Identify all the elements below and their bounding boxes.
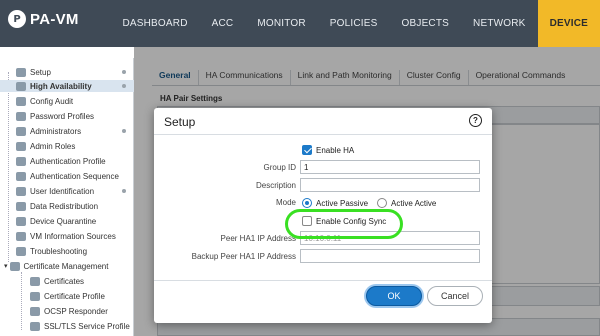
sidebar-item-label: Troubleshooting (30, 246, 88, 256)
help-icon[interactable]: ? (469, 114, 482, 127)
cert-profile-icon (30, 291, 40, 301)
backup-peer-ha1-input[interactable] (300, 249, 480, 263)
group-id-input[interactable]: 1 (300, 160, 480, 174)
dialog-footer (154, 280, 492, 281)
nav-tab-objects[interactable]: OBJECTS (390, 0, 462, 47)
sidebar-item-label: Authentication Sequence (30, 171, 119, 181)
sidebar-item-certificate-profile[interactable]: Certificate Profile (0, 290, 134, 302)
logo-letter: P (13, 13, 21, 25)
status-dot (122, 84, 126, 88)
nav-tab-network[interactable]: NETWORK (461, 0, 538, 47)
auth-seq-icon (16, 171, 26, 181)
sidebar-item-label: Certificate Management (23, 261, 109, 271)
description-input[interactable] (300, 178, 480, 192)
user-id-icon (16, 186, 26, 196)
cancel-button[interactable]: Cancel (427, 286, 483, 306)
nav-tab-device[interactable]: DEVICE (537, 0, 600, 47)
sidebar-item-label: Admin Roles (30, 141, 76, 151)
nav-tab-policies[interactable]: POLICIES (318, 0, 390, 47)
sidebar-item-admin-roles[interactable]: Admin Roles (0, 140, 134, 152)
main-nav: DASHBOARD ACC MONITOR POLICIES OBJECTS N… (110, 0, 600, 47)
active-passive-label: Active Passive (316, 199, 369, 208)
config-sync-highlight (285, 209, 403, 239)
sidebar: Setup High Availability Config Audit Pas… (0, 58, 134, 336)
sidebar-item-label: Password Profiles (30, 111, 95, 121)
sidebar-item-label: User Identification (30, 186, 95, 196)
sidebar-item-authentication-sequence[interactable]: Authentication Sequence (0, 170, 134, 182)
mode-label: Mode (275, 198, 296, 207)
sidebar-item-label: OCSP Responder (44, 306, 108, 316)
nav-tab-monitor[interactable]: MONITOR (245, 0, 317, 47)
nav-tab-dashboard[interactable]: DASHBOARD (110, 0, 199, 47)
peer-ha1-label: Peer HA1 IP Address (220, 234, 296, 243)
sidebar-item-troubleshooting[interactable]: Troubleshooting (0, 245, 134, 257)
sidebar-item-label: SSL/TLS Service Profile (44, 321, 130, 331)
roles-icon (16, 141, 26, 151)
nav-tab-acc[interactable]: ACC (200, 0, 246, 47)
dialog-title: Setup (164, 115, 196, 129)
sidebar-item-label: Certificates (44, 276, 85, 286)
troubleshoot-icon (16, 246, 26, 256)
description-label: Description (255, 181, 296, 190)
admin-icon (16, 126, 26, 136)
quarantine-icon (16, 216, 26, 226)
sidebar-item-label: Authentication Profile (30, 156, 106, 166)
sidebar-item-label: Setup (30, 67, 51, 77)
ocsp-icon (30, 306, 40, 316)
sidebar-item-vm-information-sources[interactable]: VM Information Sources (0, 230, 134, 242)
sidebar-item-label: VM Information Sources (30, 231, 116, 241)
enable-ha-checkbox[interactable] (302, 145, 312, 155)
enable-ha-label: Enable HA (316, 146, 355, 155)
password-icon (16, 111, 26, 121)
sidebar-item-data-redistribution[interactable]: Data Redistribution (0, 200, 134, 212)
sidebar-item-high-availability[interactable]: High Availability (0, 80, 134, 92)
active-active-radio[interactable] (377, 198, 387, 208)
sidebar-item-ocsp-responder[interactable]: OCSP Responder (0, 305, 134, 317)
status-dot (122, 129, 126, 133)
vm-icon (16, 231, 26, 241)
top-bar: P PA-VM DASHBOARD ACC MONITOR POLICIES O… (0, 0, 600, 47)
sidebar-item-device-quarantine[interactable]: Device Quarantine (0, 215, 134, 227)
setup-icon (16, 67, 26, 77)
dialog-header: Setup ? (154, 108, 492, 135)
sidebar-item-config-audit[interactable]: Config Audit (0, 95, 134, 107)
sidebar-item-password-profiles[interactable]: Password Profiles (0, 110, 134, 122)
sidebar-item-ssl-tls-service-profile[interactable]: SSL/TLS Service Profile (0, 320, 134, 332)
ok-button[interactable]: OK (366, 286, 422, 306)
ssl-icon (30, 321, 40, 331)
audit-icon (16, 96, 26, 106)
cert-mgmt-icon (9, 261, 20, 271)
group-id-label: Group ID (263, 163, 296, 172)
app-title: PA-VM (30, 10, 79, 28)
sidebar-item-label: High Availability (30, 81, 92, 91)
sidebar-item-certificates[interactable]: Certificates (0, 275, 134, 287)
data-icon (16, 201, 26, 211)
sidebar-item-label: Device Quarantine (30, 216, 97, 226)
sidebar-item-label: Config Audit (30, 96, 74, 106)
active-passive-radio[interactable] (302, 198, 312, 208)
ha-icon (16, 81, 26, 91)
status-dot (122, 189, 126, 193)
sidebar-item-setup[interactable]: Setup (0, 66, 134, 78)
auth-profile-icon (16, 156, 26, 166)
sidebar-item-label: Certificate Profile (44, 291, 105, 301)
sidebar-item-label: Administrators (30, 126, 82, 136)
status-dot (122, 70, 126, 74)
backup-peer-ha1-label: Backup Peer HA1 IP Address (191, 252, 296, 261)
active-active-label: Active Active (391, 199, 437, 208)
logo-mark: P (8, 10, 26, 28)
sidebar-item-authentication-profile[interactable]: Authentication Profile (0, 155, 134, 167)
cert-icon (30, 276, 40, 286)
sidebar-item-administrators[interactable]: Administrators (0, 125, 134, 137)
collapse-icon[interactable]: ▾ (4, 262, 8, 270)
sidebar-item-label: Data Redistribution (30, 201, 99, 211)
sidebar-item-user-identification[interactable]: User Identification (0, 185, 134, 197)
sidebar-item-certificate-management[interactable]: ▾ Certificate Management (0, 260, 134, 272)
logo: P PA-VM (8, 9, 79, 29)
